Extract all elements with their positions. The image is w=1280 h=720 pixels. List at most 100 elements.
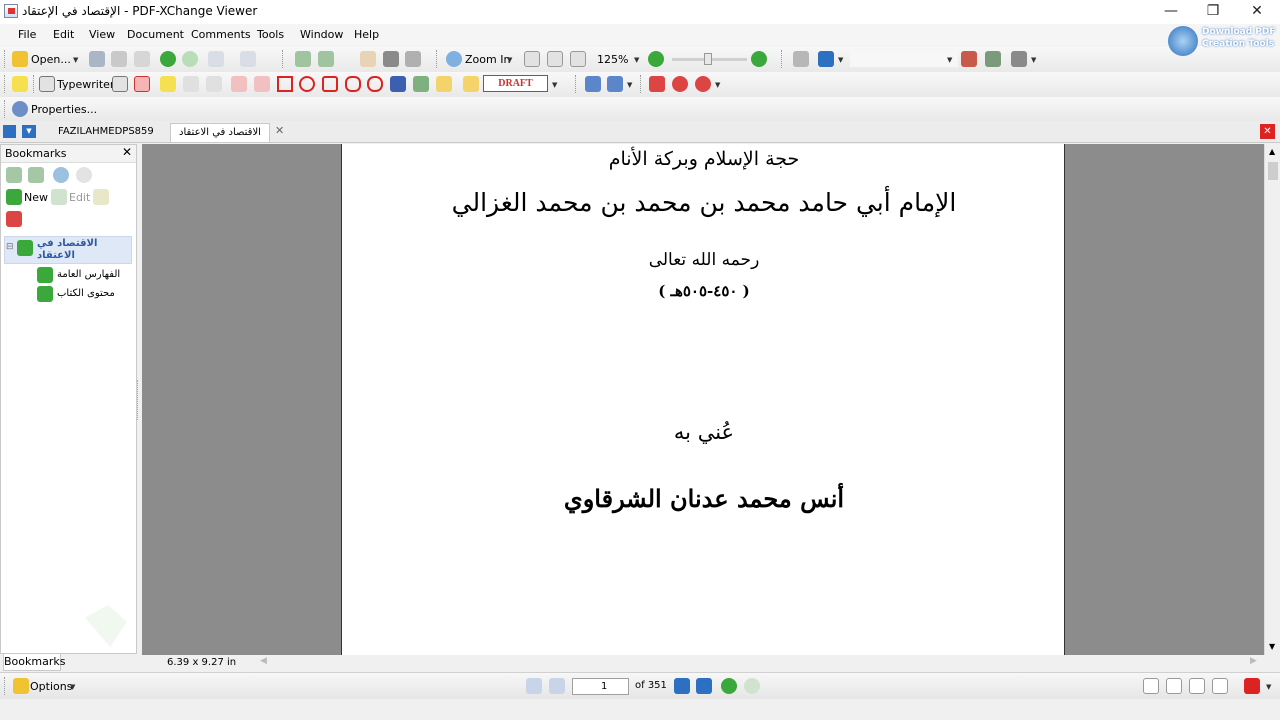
link-icon[interactable]	[793, 51, 809, 67]
zoom-out-icon[interactable]	[648, 51, 664, 67]
menu-edit[interactable]: Edit	[53, 28, 74, 41]
zoom-plus-icon[interactable]	[751, 51, 767, 67]
text-box-icon[interactable]	[112, 76, 128, 92]
chevron-down-icon[interactable]: ▼	[1031, 56, 1036, 64]
underline-icon[interactable]	[206, 76, 222, 92]
rectangle-tool-icon[interactable]	[277, 76, 293, 92]
print-icon[interactable]	[111, 51, 127, 67]
document-view[interactable]: حجة الإسلام وبركة الأنام الإمام أبي حامد…	[142, 144, 1264, 655]
polygon-tool-icon[interactable]	[322, 76, 338, 92]
close-tab-icon[interactable]: ✕	[275, 124, 284, 137]
panel-splitter[interactable]	[137, 380, 141, 420]
tab-bookmarks[interactable]: Bookmarks	[3, 654, 65, 671]
zoom-bookmark-icon[interactable]	[53, 167, 69, 183]
toolbar-grip[interactable]	[282, 50, 285, 68]
zoom-slider-thumb[interactable]	[704, 53, 712, 65]
back-icon[interactable]	[160, 51, 176, 67]
expand-all-icon[interactable]	[6, 167, 22, 183]
chevron-down-icon[interactable]: ▼	[1266, 683, 1271, 691]
hand-tool-icon[interactable]	[360, 51, 376, 67]
menu-view[interactable]: View	[89, 28, 115, 41]
scroll-up-icon[interactable]: ▲	[1269, 147, 1275, 156]
chevron-down-icon[interactable]: ▼	[715, 81, 720, 89]
toolbar-grip[interactable]	[4, 100, 7, 118]
facing-icon[interactable]	[1189, 678, 1205, 694]
crop-icon[interactable]	[649, 76, 665, 92]
email-icon[interactable]	[134, 51, 150, 67]
tools-icon[interactable]	[1011, 51, 1027, 67]
zoom-out-bookmark-icon[interactable]	[76, 167, 92, 183]
vertical-scrollbar[interactable]: ▲ ▼	[1264, 144, 1280, 655]
eraser-icon[interactable]	[436, 76, 452, 92]
fit-width-icon[interactable]	[570, 51, 586, 67]
forward-icon[interactable]	[182, 51, 198, 67]
new-bookmark-button[interactable]: New	[24, 191, 48, 204]
settings-icon[interactable]	[672, 76, 688, 92]
menu-window[interactable]: Window	[300, 28, 343, 41]
sticky-note-icon[interactable]	[12, 76, 28, 92]
tab-list-icon[interactable]: ▼	[22, 125, 36, 138]
menu-comments[interactable]: Comments	[191, 28, 251, 41]
delete-bookmark-icon[interactable]	[93, 189, 109, 205]
oval-tool-icon[interactable]	[299, 76, 315, 92]
toolbar-grip[interactable]	[781, 50, 784, 68]
last-page-icon[interactable]	[696, 678, 712, 694]
next-view-icon[interactable]	[744, 678, 760, 694]
bookmark-item-indexes[interactable]: الفهارس العامة	[57, 269, 120, 280]
chevron-down-icon[interactable]: ▼	[552, 81, 557, 89]
zoom-in-button[interactable]: Zoom In	[465, 53, 510, 66]
tab-fazilahmedps859[interactable]: FAZILAHMEDPS859	[50, 123, 162, 142]
area-icon[interactable]	[607, 76, 623, 92]
scroll-right-icon[interactable]: ▶	[1250, 656, 1257, 666]
rotate-right-icon[interactable]	[318, 51, 334, 67]
previous-view-icon[interactable]	[721, 678, 737, 694]
fit-page-icon[interactable]	[547, 51, 563, 67]
pencil-icon[interactable]	[413, 76, 429, 92]
save-icon[interactable]	[89, 51, 105, 67]
restore-button[interactable]: ❐	[1193, 0, 1233, 24]
draft-stamp-select[interactable]: DRAFT	[483, 75, 548, 92]
chevron-down-icon[interactable]: ▼	[634, 56, 639, 64]
scroll-left-icon[interactable]: ◀	[260, 656, 267, 666]
cloud-tool-icon[interactable]	[367, 76, 383, 92]
gear-icon[interactable]	[695, 76, 711, 92]
redo-icon[interactable]	[240, 51, 256, 67]
continuous-icon[interactable]	[1166, 678, 1182, 694]
toolbar-grip[interactable]	[4, 677, 7, 695]
typewriter-button[interactable]: Typewriter	[57, 78, 114, 91]
chevron-down-icon[interactable]: ▼	[73, 56, 78, 64]
menu-tools[interactable]: Tools	[257, 28, 284, 41]
menu-help[interactable]: Help	[354, 28, 379, 41]
minimize-button[interactable]: —	[1151, 0, 1191, 24]
find-next-icon[interactable]	[985, 51, 1001, 67]
collapse-all-icon[interactable]	[28, 167, 44, 183]
close-document-icon[interactable]: ✕	[1260, 124, 1275, 139]
actual-size-icon[interactable]	[524, 51, 540, 67]
select-text-icon[interactable]	[405, 51, 421, 67]
undo-icon[interactable]	[208, 51, 224, 67]
arrow-tool-icon[interactable]	[231, 76, 247, 92]
toolbar-grip[interactable]	[575, 75, 578, 93]
bookmark-options-icon[interactable]	[6, 211, 22, 227]
close-panel-icon[interactable]: ✕	[122, 145, 132, 159]
toolbar-grip[interactable]	[640, 75, 643, 93]
edit-bookmark-button[interactable]: Edit	[69, 191, 90, 204]
close-window-button[interactable]: ✕	[1237, 0, 1277, 24]
toolbar-grip[interactable]	[4, 75, 7, 93]
single-page-icon[interactable]	[1143, 678, 1159, 694]
toolbar-grip[interactable]	[436, 50, 439, 68]
tile-view-icon[interactable]	[3, 125, 16, 138]
next-page-icon[interactable]	[674, 678, 690, 694]
bookmark-item-contents[interactable]: محتوى الكتاب	[57, 288, 115, 299]
tree-toggle-icon[interactable]: ⊟	[6, 242, 14, 252]
previous-page-icon[interactable]	[549, 678, 565, 694]
rotate-left-icon[interactable]	[295, 51, 311, 67]
open-button[interactable]: Open...	[31, 53, 71, 66]
facing-continuous-icon[interactable]	[1212, 678, 1228, 694]
menu-document[interactable]: Document	[127, 28, 184, 41]
line-tool-icon[interactable]	[254, 76, 270, 92]
chevron-down-icon[interactable]: ▼	[947, 56, 952, 64]
scroll-down-icon[interactable]: ▼	[1269, 642, 1275, 651]
strikeout-icon[interactable]	[183, 76, 199, 92]
pin-icon[interactable]	[390, 76, 406, 92]
